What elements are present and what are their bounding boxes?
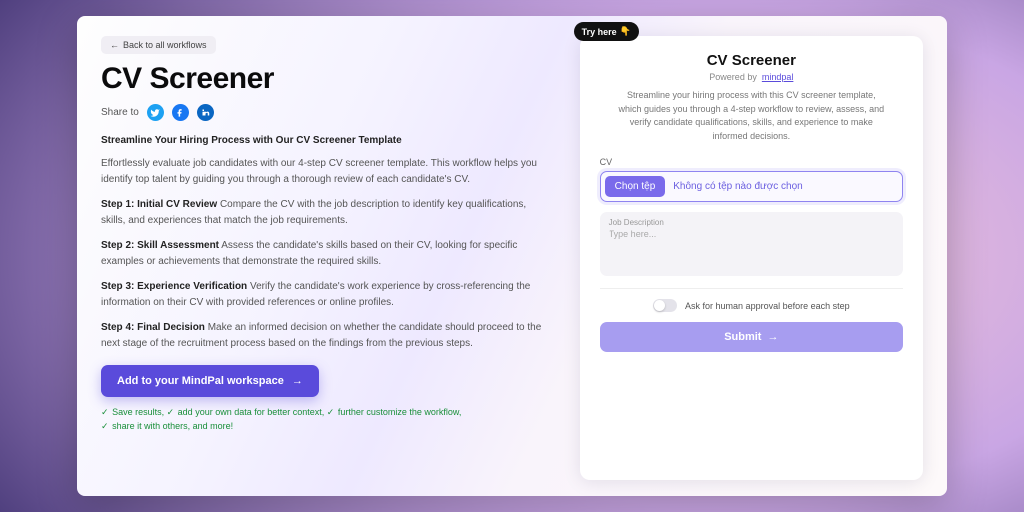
page-card: ← Back to all workflows CV Screener Shar… (77, 16, 947, 496)
arrow-left-icon: ← (110, 40, 119, 50)
check-icon: ✓ (167, 407, 175, 417)
approval-toggle[interactable] (653, 299, 677, 312)
benefits-list: ✓ Save results, ✓ add your own data for … (101, 405, 550, 434)
check-icon: ✓ (101, 407, 109, 417)
divider (600, 288, 903, 289)
cv-file-input[interactable]: Chọn tệp Không có tệp nào được chọn (600, 171, 903, 202)
file-status-text: Không có tệp nào được chọn (673, 181, 802, 192)
widget-description: Streamline your hiring process with this… (618, 89, 885, 143)
left-column: ← Back to all workflows CV Screener Shar… (101, 36, 550, 480)
arrow-right-icon: → (292, 375, 303, 387)
linkedin-icon[interactable] (197, 104, 214, 121)
cta-label: Add to your MindPal workspace (117, 375, 284, 387)
widget-title: CV Screener (600, 52, 903, 69)
back-label: Back to all workflows (123, 40, 207, 50)
intro-paragraph: Effortlessly evaluate job candidates wit… (101, 156, 550, 187)
submit-button[interactable]: Submit → (600, 322, 903, 352)
intro-heading: Streamline Your Hiring Process with Our … (101, 135, 550, 146)
right-column: Try here 👇 CV Screener Powered by mindpa… (580, 36, 923, 480)
facebook-icon[interactable] (172, 104, 189, 121)
back-button[interactable]: ← Back to all workflows (101, 36, 216, 54)
jd-label: Job Description (609, 218, 894, 227)
add-workspace-button[interactable]: Add to your MindPal workspace → (101, 365, 319, 397)
twitter-icon[interactable] (147, 104, 164, 121)
step-1: Step 1: Initial CV Review Compare the CV… (101, 197, 550, 228)
page-title: CV Screener (101, 62, 550, 96)
workflow-widget: CV Screener Powered by mindpal Streamlin… (580, 36, 923, 480)
step-4: Step 4: Final Decision Make an informed … (101, 320, 550, 351)
check-icon: ✓ (101, 421, 109, 431)
share-row: Share to (101, 104, 550, 121)
choose-file-button[interactable]: Chọn tệp (605, 176, 666, 197)
check-icon: ✓ (327, 407, 335, 417)
cv-field-label: CV (600, 157, 903, 167)
job-description-field[interactable]: Job Description (600, 212, 903, 276)
step-3: Step 3: Experience Verification Verify t… (101, 279, 550, 310)
approval-row: Ask for human approval before each step (600, 299, 903, 312)
try-here-badge: Try here 👇 (574, 22, 639, 41)
pointing-down-icon: 👇 (620, 26, 631, 37)
share-label: Share to (101, 107, 139, 118)
widget-powered: Powered by mindpal (600, 72, 903, 82)
mindpal-link[interactable]: mindpal (762, 72, 794, 82)
job-description-input[interactable] (609, 227, 894, 267)
approval-label: Ask for human approval before each step (685, 301, 850, 311)
arrow-right-icon: → (767, 331, 778, 343)
step-2: Step 2: Skill Assessment Assess the cand… (101, 238, 550, 269)
